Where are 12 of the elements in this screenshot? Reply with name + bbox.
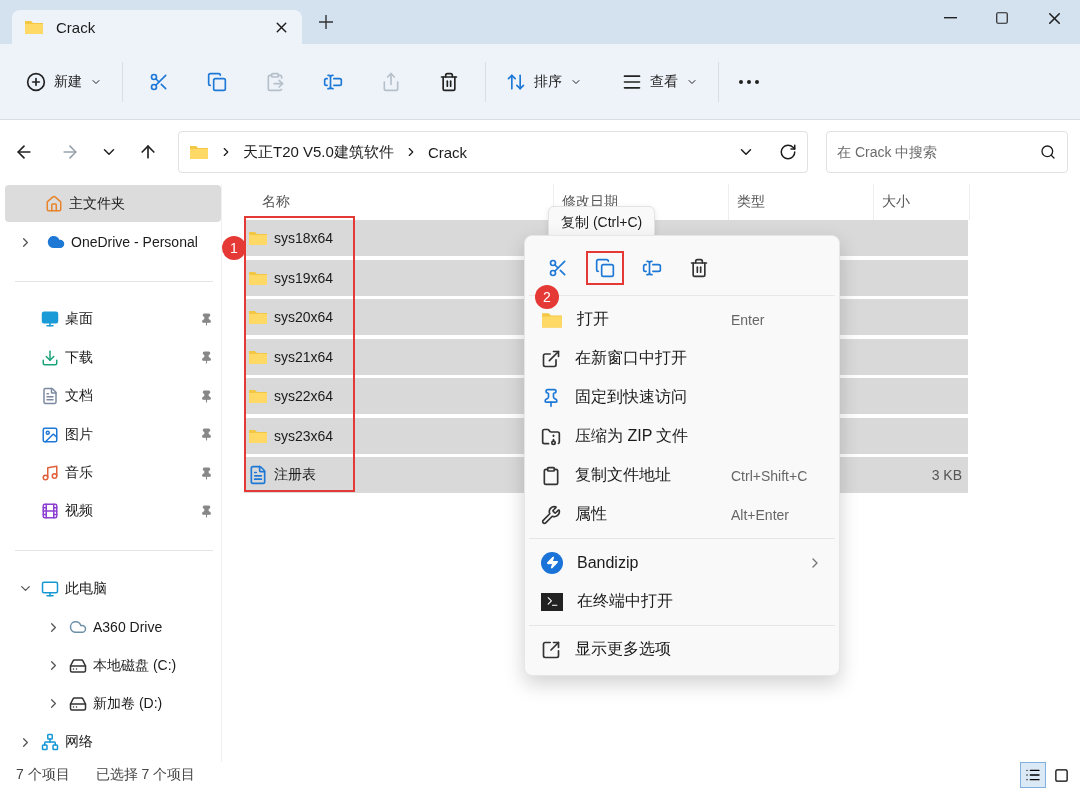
step-badge: 1 (222, 236, 246, 260)
file-size: 3 KB (931, 467, 963, 483)
file-name: sys22x64 (274, 388, 334, 404)
file-name: sys18x64 (274, 230, 334, 246)
file-name: 注册表 (274, 466, 316, 484)
selection-count: 已选择 7 个项目 (95, 766, 196, 784)
file-name: sys20x64 (274, 309, 334, 325)
file-name: sys19x64 (274, 269, 334, 286)
step-badge: 2 (535, 285, 559, 309)
file-name: sys21x64 (274, 348, 334, 365)
file-name: sys23x64 (274, 427, 334, 444)
item-count: 7 个项目 (16, 766, 70, 784)
